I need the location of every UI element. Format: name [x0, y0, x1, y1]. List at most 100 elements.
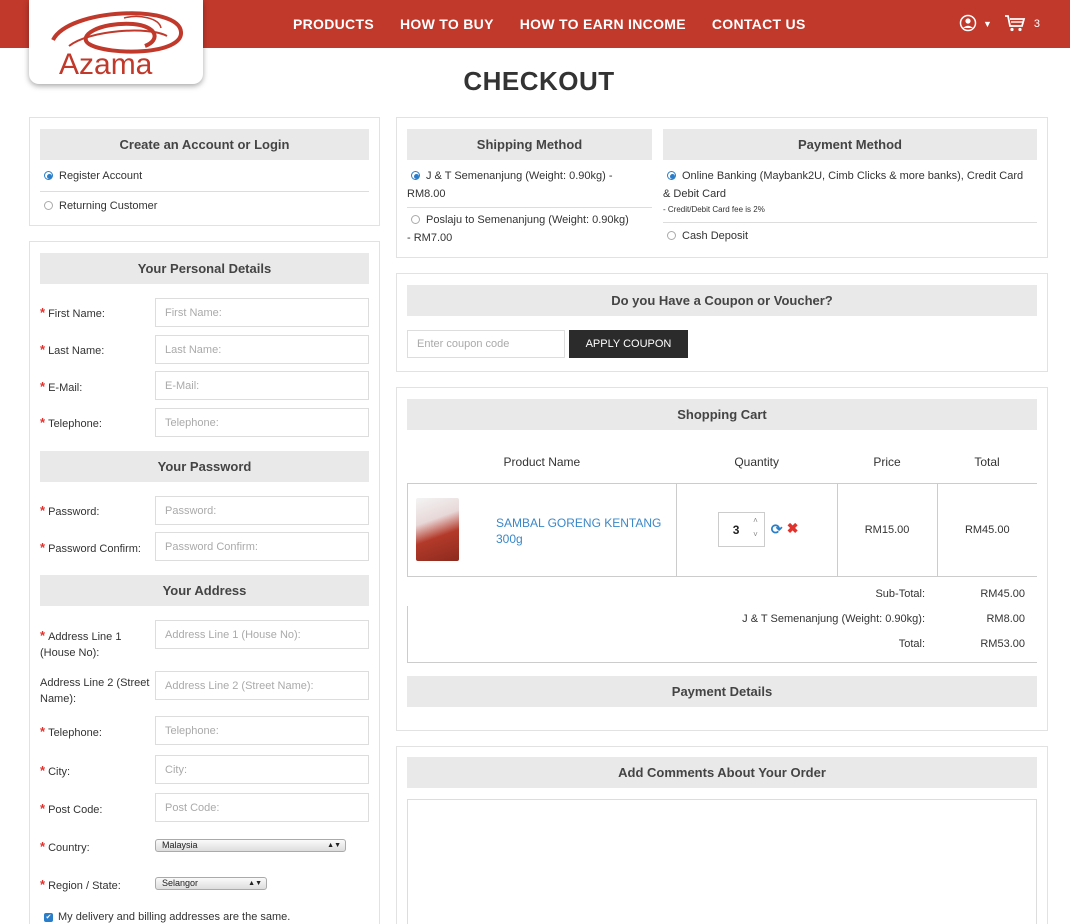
- same-address-label: My delivery and billing addresses are th…: [58, 911, 291, 923]
- country-select[interactable]: Malaysia ▲▼: [155, 839, 346, 852]
- city-label: * City:: [40, 763, 71, 778]
- quantity-stepper[interactable]: 3 ˄ ˅: [717, 511, 765, 547]
- chevron-down-icon[interactable]: ▼: [983, 19, 992, 29]
- region-label: * Region / State:: [40, 877, 121, 892]
- nav-how-to-buy[interactable]: HOW TO BUY: [400, 16, 494, 32]
- remove-icon[interactable]: ✖: [787, 520, 799, 537]
- divider: [407, 207, 652, 208]
- select-arrows-icon: ▲▼: [327, 842, 341, 849]
- refresh-icon[interactable]: ⟳: [771, 521, 783, 538]
- user-account-icon[interactable]: [959, 14, 977, 35]
- last-name-input[interactable]: [155, 335, 369, 364]
- nav-products[interactable]: PRODUCTS: [293, 16, 374, 32]
- first-name-input[interactable]: [155, 298, 369, 327]
- nav-right: ▼ 3: [959, 0, 1040, 48]
- payment-option-cash-deposit[interactable]: Cash Deposit: [663, 227, 748, 245]
- subtotal-value: RM45.00: [980, 588, 1025, 600]
- password-label: * Password:: [40, 503, 100, 518]
- product-cell: SAMBAL GORENG KENTANG 300g: [407, 482, 677, 577]
- card-fee-note: - Credit/Debit Card fee is 2%: [663, 205, 765, 214]
- first-name-label: * First Name:: [40, 305, 105, 320]
- logo-text: Azama: [59, 48, 153, 81]
- col-total: Total: [974, 454, 1000, 469]
- telephone-label: * Telephone:: [40, 415, 102, 430]
- shopping-cart-icon[interactable]: [1004, 14, 1026, 35]
- same-address-option[interactable]: ✔ My delivery and billing addresses are t…: [44, 911, 290, 923]
- chevron-up-icon[interactable]: ˄: [753, 516, 758, 525]
- shipping-payment-panel: Shipping Method J & T Semenanjung (Weigh…: [396, 117, 1048, 258]
- grand-total-label: Total:: [898, 638, 925, 650]
- address-telephone-label: * Telephone:: [40, 724, 102, 739]
- shipping-method-title: Shipping Method: [407, 129, 652, 160]
- cart-count-badge: 3: [1033, 18, 1040, 30]
- register-account-radio[interactable]: [44, 170, 53, 180]
- price-cell: RM15.00: [836, 482, 938, 577]
- last-name-label: * Last Name:: [40, 342, 105, 357]
- shipping-total-value: RM8.00: [986, 613, 1025, 625]
- col-product-name: Product Name: [503, 454, 581, 469]
- address-telephone-input[interactable]: [155, 716, 369, 745]
- apply-coupon-button[interactable]: APPLY COUPON: [569, 330, 688, 358]
- email-input[interactable]: [155, 371, 369, 400]
- payment-details-title: Payment Details: [407, 676, 1037, 707]
- payment-method-title: Payment Method: [663, 129, 1037, 160]
- returning-customer-label: Returning Customer: [59, 200, 158, 212]
- table-row: SAMBAL GORENG KENTANG 300g 3 ˄ ˅ ⟳ ✖ RM1…: [407, 482, 1037, 577]
- col-quantity: Quantity: [734, 454, 780, 469]
- nav-how-to-earn-income[interactable]: HOW TO EARN INCOME: [520, 16, 686, 32]
- select-arrows-icon: ▲▼: [248, 880, 262, 887]
- nav-contact-us[interactable]: CONTACT US: [712, 16, 806, 32]
- telephone-input[interactable]: [155, 408, 369, 437]
- product-thumbnail[interactable]: [416, 497, 459, 561]
- postcode-label: * Post Code:: [40, 801, 103, 816]
- quantity-value: 3: [732, 522, 740, 537]
- checkbox-checked-icon[interactable]: ✔: [44, 912, 53, 922]
- payment-option-online-banking[interactable]: Online Banking (Maybank2U, Cimb Clicks &…: [663, 167, 1037, 217]
- col-price: Price: [873, 454, 901, 469]
- postcode-input[interactable]: [155, 793, 369, 822]
- password-input[interactable]: [155, 496, 369, 525]
- comments-section-title: Add Comments About Your Order: [407, 757, 1037, 788]
- divider: [40, 191, 369, 192]
- country-label: * Country:: [40, 839, 90, 854]
- password-confirm-input[interactable]: [155, 532, 369, 561]
- divider: [663, 222, 1037, 223]
- returning-customer-option[interactable]: Returning Customer: [44, 197, 157, 215]
- shipping-jt-radio[interactable]: [411, 170, 420, 180]
- address-section-title: Your Address: [40, 575, 369, 606]
- coupon-code-input[interactable]: [407, 330, 565, 358]
- account-section-title: Create an Account or Login: [40, 129, 369, 160]
- coupon-panel: Do you Have a Coupon or Voucher? APPLY C…: [396, 273, 1048, 372]
- payment-cash-radio[interactable]: [667, 230, 676, 240]
- register-account-label: Register Account: [59, 170, 143, 182]
- address-line2-label: Address Line 2 (Street Name):: [40, 677, 150, 705]
- azama-logo-swirl: Azama: [51, 11, 183, 81]
- address-line1-input[interactable]: [155, 620, 369, 649]
- register-account-option[interactable]: Register Account: [44, 167, 142, 185]
- quantity-cell: 3 ˄ ˅ ⟳ ✖: [675, 482, 838, 577]
- comments-panel: Add Comments About Your Order: [396, 746, 1048, 924]
- shipping-poslaju-radio[interactable]: [411, 214, 420, 224]
- grand-total-value: RM53.00: [980, 638, 1025, 650]
- order-comments-textarea[interactable]: [407, 799, 1037, 924]
- cart-header-row: Product Name Quantity Price Total: [408, 441, 1038, 483]
- main-nav: PRODUCTS HOW TO BUY HOW TO EARN INCOME C…: [280, 0, 819, 48]
- city-input[interactable]: [155, 755, 369, 784]
- returning-customer-radio[interactable]: [44, 200, 53, 210]
- password-confirm-label: * Password Confirm:: [40, 540, 141, 555]
- chevron-down-icon[interactable]: ˅: [753, 530, 758, 539]
- product-name-link[interactable]: SAMBAL GORENG KENTANG 300g: [496, 515, 666, 547]
- logo[interactable]: Azama: [29, 0, 203, 84]
- account-panel: Create an Account or Login Register Acco…: [29, 117, 380, 226]
- shopping-cart-panel: Shopping Cart Product Name Quantity Pric…: [396, 387, 1048, 731]
- personal-details-title: Your Personal Details: [40, 253, 369, 284]
- password-section-title: Your Password: [40, 451, 369, 482]
- total-cell: RM45.00: [936, 482, 1037, 577]
- shipping-option-poslaju[interactable]: Poslaju to Semenanjung (Weight: 0.90kg) …: [407, 211, 652, 247]
- payment-online-radio[interactable]: [667, 170, 676, 180]
- shipping-option-jt[interactable]: J & T Semenanjung (Weight: 0.90kg) - RM8…: [407, 167, 652, 203]
- cart-table: Product Name Quantity Price Total SAMBAL…: [407, 441, 1037, 577]
- region-select[interactable]: Selangor ▲▼: [155, 877, 267, 890]
- cart-totals-box: Sub-Total: RM45.00 J & T Semenanjung (We…: [407, 588, 1037, 663]
- address-line2-input[interactable]: [155, 671, 369, 700]
